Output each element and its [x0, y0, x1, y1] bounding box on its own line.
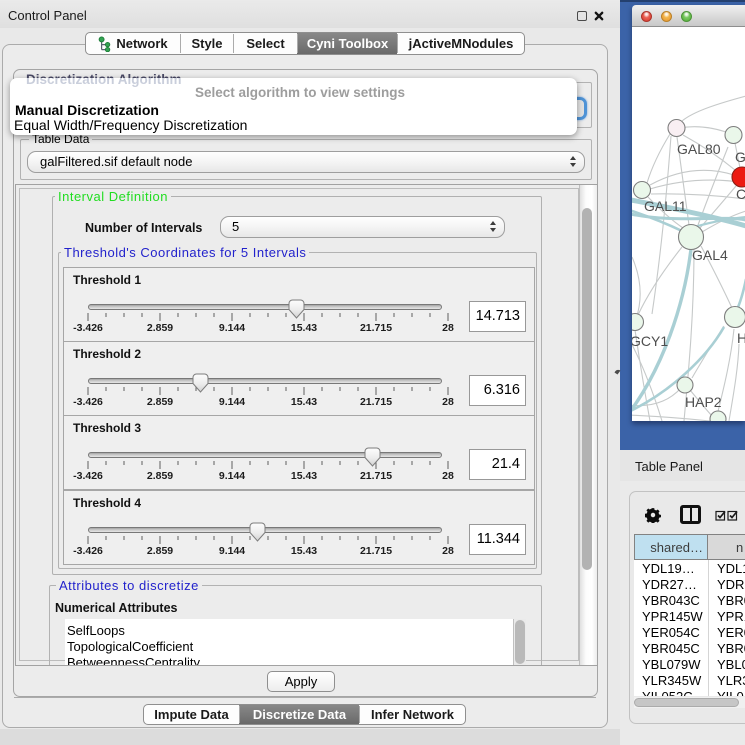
svg-text:HAP2: HAP2: [685, 394, 722, 410]
svg-text:GAL80: GAL80: [677, 141, 721, 157]
svg-text:GCY1: GCY1: [632, 333, 668, 349]
svg-text:GA: GA: [735, 149, 745, 165]
svg-text:C: C: [736, 186, 745, 202]
svg-text:H: H: [737, 330, 745, 346]
svg-text:GAL4: GAL4: [692, 247, 728, 263]
svg-text:GAL11: GAL11: [644, 198, 687, 214]
